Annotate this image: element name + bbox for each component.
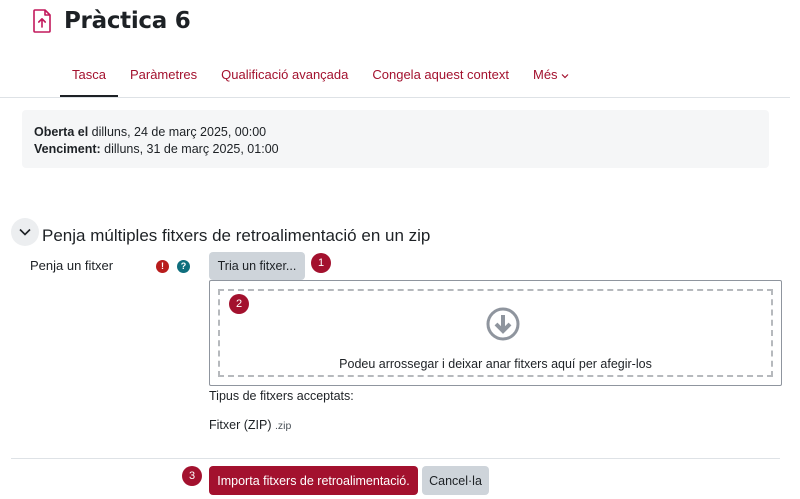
tab-congela-context[interactable]: Congela aquest context — [360, 58, 521, 98]
dropzone-text: Podeu arrossegar i deixar anar fitxers a… — [339, 357, 652, 371]
tab-qualificacio-avancada[interactable]: Qualificació avançada — [209, 58, 360, 98]
step-badge-2: 2 — [229, 294, 249, 314]
accepted-type-ext: .zip — [274, 420, 292, 432]
upload-field-label: Penja un fitxer — [30, 258, 114, 273]
nav-divider — [0, 97, 790, 98]
section-collapse-button[interactable] — [11, 218, 39, 246]
page-header: Pràctica 6 — [32, 8, 191, 34]
assignment-upload-icon — [33, 9, 51, 33]
chevron-down-icon — [19, 228, 31, 236]
tab-tasca[interactable]: Tasca — [60, 58, 118, 98]
import-feedback-button[interactable]: Importa fitxers de retroalimentació. — [209, 466, 418, 495]
opened-label: Oberta el — [34, 125, 89, 139]
step-badge-3: 3 — [182, 466, 202, 486]
tab-mes-label: Més — [532, 67, 558, 82]
chevron-down-icon — [561, 74, 568, 79]
tab-mes-dropdown[interactable]: Més — [521, 58, 581, 98]
help-icon[interactable]: ? — [177, 260, 190, 273]
cancel-button[interactable]: Cancel·la — [422, 466, 489, 495]
tab-parametres[interactable]: Paràmetres — [118, 58, 209, 98]
section-title: Penja múltiples fitxers de retroalimenta… — [42, 226, 431, 245]
download-arrow-icon — [486, 307, 520, 341]
required-icon: ! — [156, 260, 169, 273]
accepted-types-title: Tipus de fitxers acceptats: — [209, 389, 354, 403]
activity-dates: Oberta el dilluns, 24 de març 2025, 00:0… — [22, 110, 769, 168]
due-label: Venciment: — [34, 142, 101, 156]
accepted-type-name: Fitxer (ZIP) — [209, 418, 272, 432]
due-value: dilluns, 31 de març 2025, 01:00 — [104, 142, 279, 156]
file-dropzone[interactable]: Podeu arrossegar i deixar anar fitxers a… — [209, 280, 782, 386]
choose-file-button[interactable]: Tria un fitxer... — [209, 252, 305, 280]
step-badge-1: 1 — [311, 253, 331, 273]
dropzone-dashed-area: Podeu arrossegar i deixar anar fitxers a… — [218, 289, 773, 377]
opened-date-row: Oberta el dilluns, 24 de març 2025, 00:0… — [34, 124, 757, 141]
form-divider — [11, 458, 780, 459]
secondary-nav: Tasca Paràmetres Qualificació avançada C… — [60, 58, 581, 98]
opened-value: dilluns, 24 de març 2025, 00:00 — [91, 125, 267, 139]
due-date-row: Venciment: dilluns, 31 de març 2025, 01:… — [34, 141, 757, 158]
accepted-type-item: Fitxer (ZIP) .zip — [209, 418, 291, 432]
page-title: Pràctica 6 — [64, 8, 191, 34]
